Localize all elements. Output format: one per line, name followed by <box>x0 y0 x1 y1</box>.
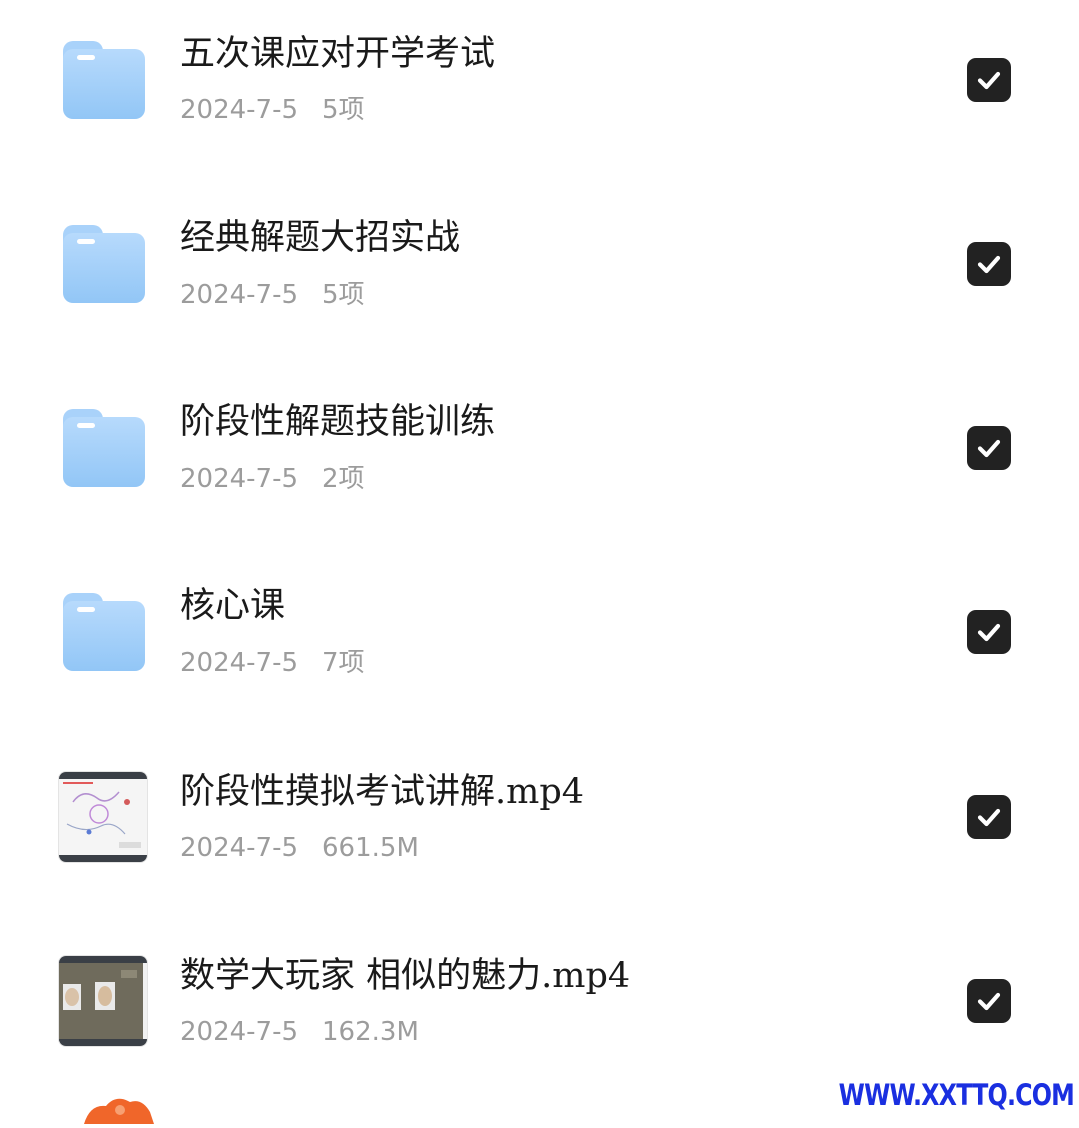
checkbox-checked-icon[interactable] <box>967 610 1011 654</box>
file-info: 5项 <box>322 95 365 125</box>
list-item[interactable]: 阶段性解题技能训练 2024-7-5 2项 <box>0 368 1079 552</box>
file-date: 2024-7-5 <box>180 833 299 863</box>
file-name: 五次课应对开学考试 <box>180 34 496 74</box>
list-item[interactable]: 阶段性摸拟考试讲解.mp4 2024-7-5 661.5M <box>0 736 1079 920</box>
checkbox-checked-icon[interactable] <box>967 795 1011 839</box>
file-info: 162.3M <box>322 1017 419 1047</box>
file-meta: 2024-7-5 7项 <box>180 647 365 679</box>
next-item-icon <box>80 1094 158 1124</box>
file-meta: 2024-7-5 2项 <box>180 463 365 495</box>
file-info: 661.5M <box>322 833 419 863</box>
checkbox-checked-icon[interactable] <box>967 979 1011 1023</box>
list-item[interactable]: 核心课 2024-7-5 7项 <box>0 552 1079 736</box>
folder-icon <box>63 225 145 303</box>
file-meta: 2024-7-5 5项 <box>180 94 365 126</box>
list-item[interactable]: 五次课应对开学考试 2024-7-5 5项 <box>0 0 1079 184</box>
file-meta: 2024-7-5 5项 <box>180 279 365 311</box>
file-date: 2024-7-5 <box>180 95 299 125</box>
file-name: 核心课 <box>180 586 286 626</box>
file-date: 2024-7-5 <box>180 464 299 494</box>
folder-icon <box>63 593 145 671</box>
file-meta: 2024-7-5 661.5M <box>180 832 419 864</box>
file-info: 2项 <box>322 464 365 494</box>
file-meta: 2024-7-5 162.3M <box>180 1016 419 1048</box>
folder-icon <box>63 409 145 487</box>
checkbox-checked-icon[interactable] <box>967 242 1011 286</box>
file-date: 2024-7-5 <box>180 280 299 310</box>
file-info: 5项 <box>322 280 365 310</box>
watermark: WWW.XXTTQ.COM <box>838 1078 1075 1112</box>
video-thumbnail <box>58 771 148 863</box>
file-date: 2024-7-5 <box>180 648 299 678</box>
file-name: 数学大玩家 相似的魅力.mp4 <box>180 956 631 996</box>
checkbox-checked-icon[interactable] <box>967 426 1011 470</box>
file-info: 7项 <box>322 648 365 678</box>
checkbox-checked-icon[interactable] <box>967 58 1011 102</box>
file-date: 2024-7-5 <box>180 1017 299 1047</box>
file-name: 阶段性摸拟考试讲解.mp4 <box>180 772 584 812</box>
folder-icon <box>63 41 145 119</box>
video-thumbnail <box>58 955 148 1047</box>
file-name: 阶段性解题技能训练 <box>180 402 496 442</box>
list-item[interactable]: 数学大玩家 相似的魅力.mp4 2024-7-5 162.3M <box>0 920 1079 1104</box>
list-item[interactable]: 经典解题大招实战 2024-7-5 5项 <box>0 184 1079 368</box>
file-name: 经典解题大招实战 <box>180 218 461 258</box>
